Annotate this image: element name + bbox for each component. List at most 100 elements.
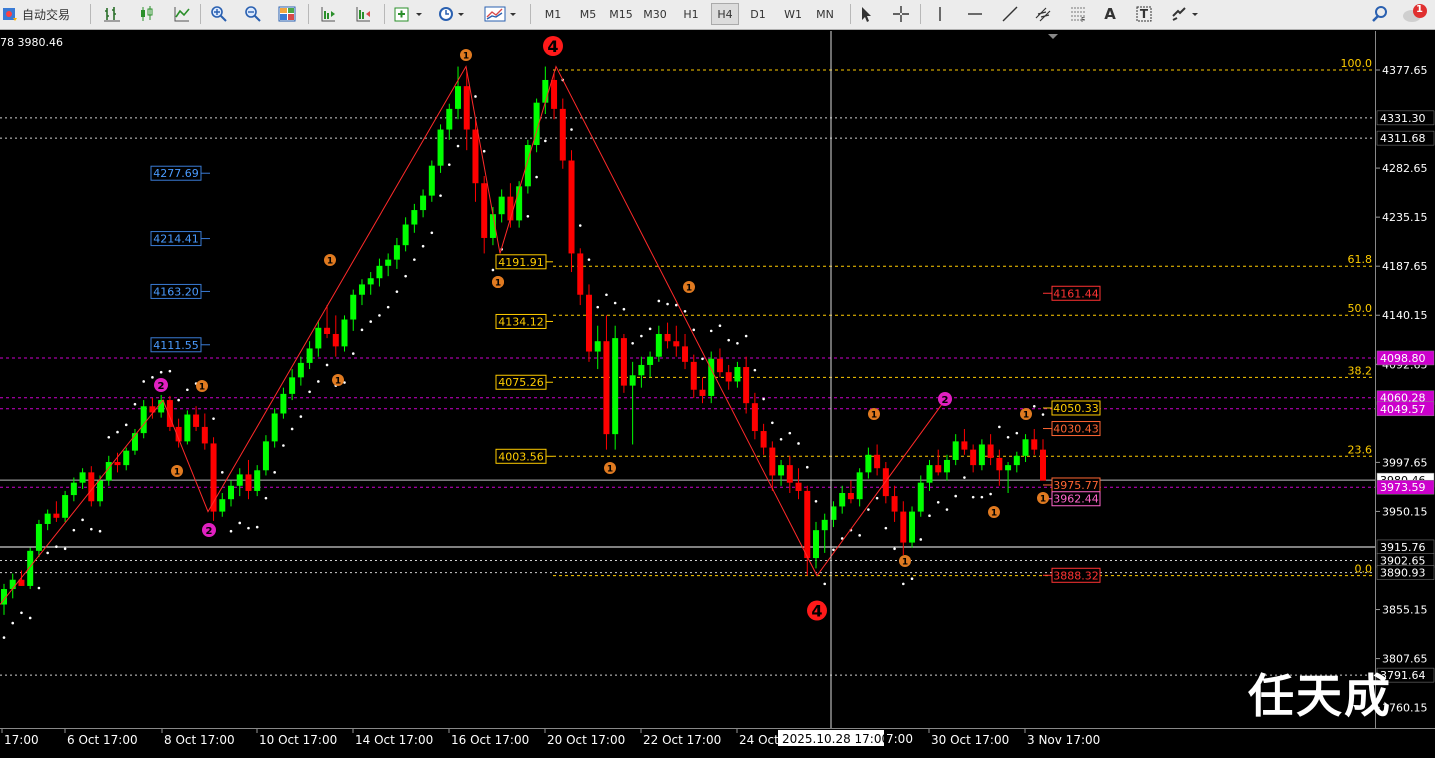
chart-shift-icon (356, 7, 370, 22)
psar-dot (439, 194, 442, 197)
timeframe-mn[interactable]: MN (812, 3, 838, 25)
cursor-button[interactable] (855, 3, 879, 25)
wave-1-label: 1 (902, 558, 908, 568)
trendline-button[interactable] (998, 3, 1022, 25)
psar-dot (264, 496, 268, 500)
candle-body (97, 480, 104, 502)
psar-dot (369, 320, 373, 323)
autoscroll-button[interactable] (316, 3, 340, 25)
candle-body (760, 431, 767, 448)
price-chart[interactable]: 100.061.850.038.223.60.04277.694214.4141… (0, 31, 1375, 728)
tile-windows-button[interactable] (275, 3, 299, 25)
candle-body (917, 482, 924, 512)
autotrade-button[interactable]: 自动交易 (2, 3, 84, 25)
psar-dot (954, 494, 957, 498)
zoom-out-icon (245, 6, 261, 22)
candle-body (402, 224, 409, 246)
psar-dot (805, 465, 809, 469)
wave-2-label: 2 (942, 395, 949, 406)
candle-body (952, 441, 959, 460)
price-tick-label: 4140.15 (1382, 309, 1428, 322)
timeframe-m30[interactable]: M30 (642, 3, 668, 25)
psar-dot (936, 500, 940, 504)
timeframe-h4[interactable]: H4 (711, 3, 739, 25)
psar-dot (282, 444, 285, 447)
bar-chart-button[interactable] (100, 3, 124, 25)
timeframe-h1[interactable]: H1 (678, 3, 704, 25)
horizontal-line-button[interactable] (963, 3, 987, 25)
candle-body (900, 511, 907, 543)
channel-icon (1035, 7, 1051, 22)
psar-dot (989, 492, 992, 496)
price-tick-label: 3855.15 (1382, 604, 1428, 617)
psar-dot (832, 548, 835, 552)
candle-body (228, 485, 235, 500)
candle-body (716, 358, 723, 373)
psar-dot (788, 431, 792, 435)
timeframe-m1[interactable]: M1 (540, 3, 566, 25)
psar-dot (159, 370, 163, 374)
candle-body (926, 465, 933, 483)
timeframe-m5[interactable]: M5 (575, 3, 601, 25)
psar-dot (945, 508, 949, 511)
chart-area[interactable]: 100.0 61.8 50.0 38.2 23.6 0.0 4277.69 4214.41 41… (0, 31, 1375, 728)
notifications-button[interactable]: 1 (1400, 3, 1430, 25)
periodicity-button[interactable] (434, 3, 470, 25)
vertical-line-icon (939, 7, 941, 21)
psar-dot (814, 499, 818, 503)
price-tick-label: 4282.65 (1382, 162, 1428, 175)
candle-body (699, 389, 706, 396)
tile-windows-icon (278, 6, 296, 22)
candle-body (647, 356, 654, 365)
candle-body (184, 414, 191, 442)
candle-body (725, 372, 732, 382)
zoom-in-button[interactable] (207, 3, 231, 25)
candle-body (655, 333, 662, 357)
psar-dot (55, 545, 58, 548)
candle-body (123, 450, 130, 466)
chart-shift-button[interactable] (351, 3, 375, 25)
templates-button[interactable] (482, 3, 522, 25)
candlestick-button[interactable] (135, 3, 159, 25)
wave-2-label: 2 (158, 381, 165, 392)
cursor-time-suffix: 7:00 (886, 732, 913, 746)
timeframe-d1[interactable]: D1 (745, 3, 771, 25)
candle-body (358, 284, 365, 295)
psar-dot (168, 369, 172, 373)
candle-body (245, 474, 252, 491)
time-tick-label: 10 Oct 17:00 (259, 733, 337, 747)
channel-button[interactable] (1032, 3, 1056, 25)
wave-1-label: 1 (463, 52, 469, 62)
candle-body (664, 333, 671, 342)
autoscroll-icon (321, 7, 335, 22)
cursor-arrow-icon (862, 7, 871, 22)
search-button[interactable] (1368, 3, 1392, 25)
psar-dot (386, 305, 390, 309)
timeframe-m15[interactable]: M15 (608, 3, 634, 25)
arrows-button[interactable] (1168, 3, 1204, 25)
autotrade-label: 自动交易 (22, 7, 71, 22)
vertical-line-button[interactable] (928, 3, 952, 25)
text-tool-button[interactable]: A (1098, 3, 1122, 25)
zoom-out-button[interactable] (241, 3, 265, 25)
indicators-button[interactable] (391, 3, 427, 25)
fib-price-label: 4003.56 (498, 450, 544, 463)
candle-body (507, 196, 514, 221)
candle-body (682, 346, 689, 362)
crosshair-button[interactable] (889, 3, 913, 25)
candle-body (594, 341, 601, 352)
psar-dot (491, 268, 495, 272)
candle-body (219, 499, 226, 512)
time-axis[interactable]: 17:00 6 Oct 17:00 8 Oct 17:00 10 Oct 17:00 1… (0, 728, 1435, 753)
line-chart-button[interactable] (170, 3, 194, 25)
fibonacci-button[interactable]: F (1066, 3, 1090, 25)
right-price-label: 3888.32 (1053, 569, 1099, 582)
timeframe-w1[interactable]: W1 (780, 3, 806, 25)
price-axis[interactable]: 4377.654282.654235.154187.654140.154092.… (1375, 31, 1435, 728)
label-tool-button[interactable]: T (1132, 3, 1156, 25)
candle-body (280, 393, 287, 414)
candle-body (315, 327, 322, 349)
psar-dot (971, 495, 975, 499)
cursor-time-label: 2025.10.28 17:00 (782, 732, 889, 746)
candle-body (1005, 465, 1012, 471)
